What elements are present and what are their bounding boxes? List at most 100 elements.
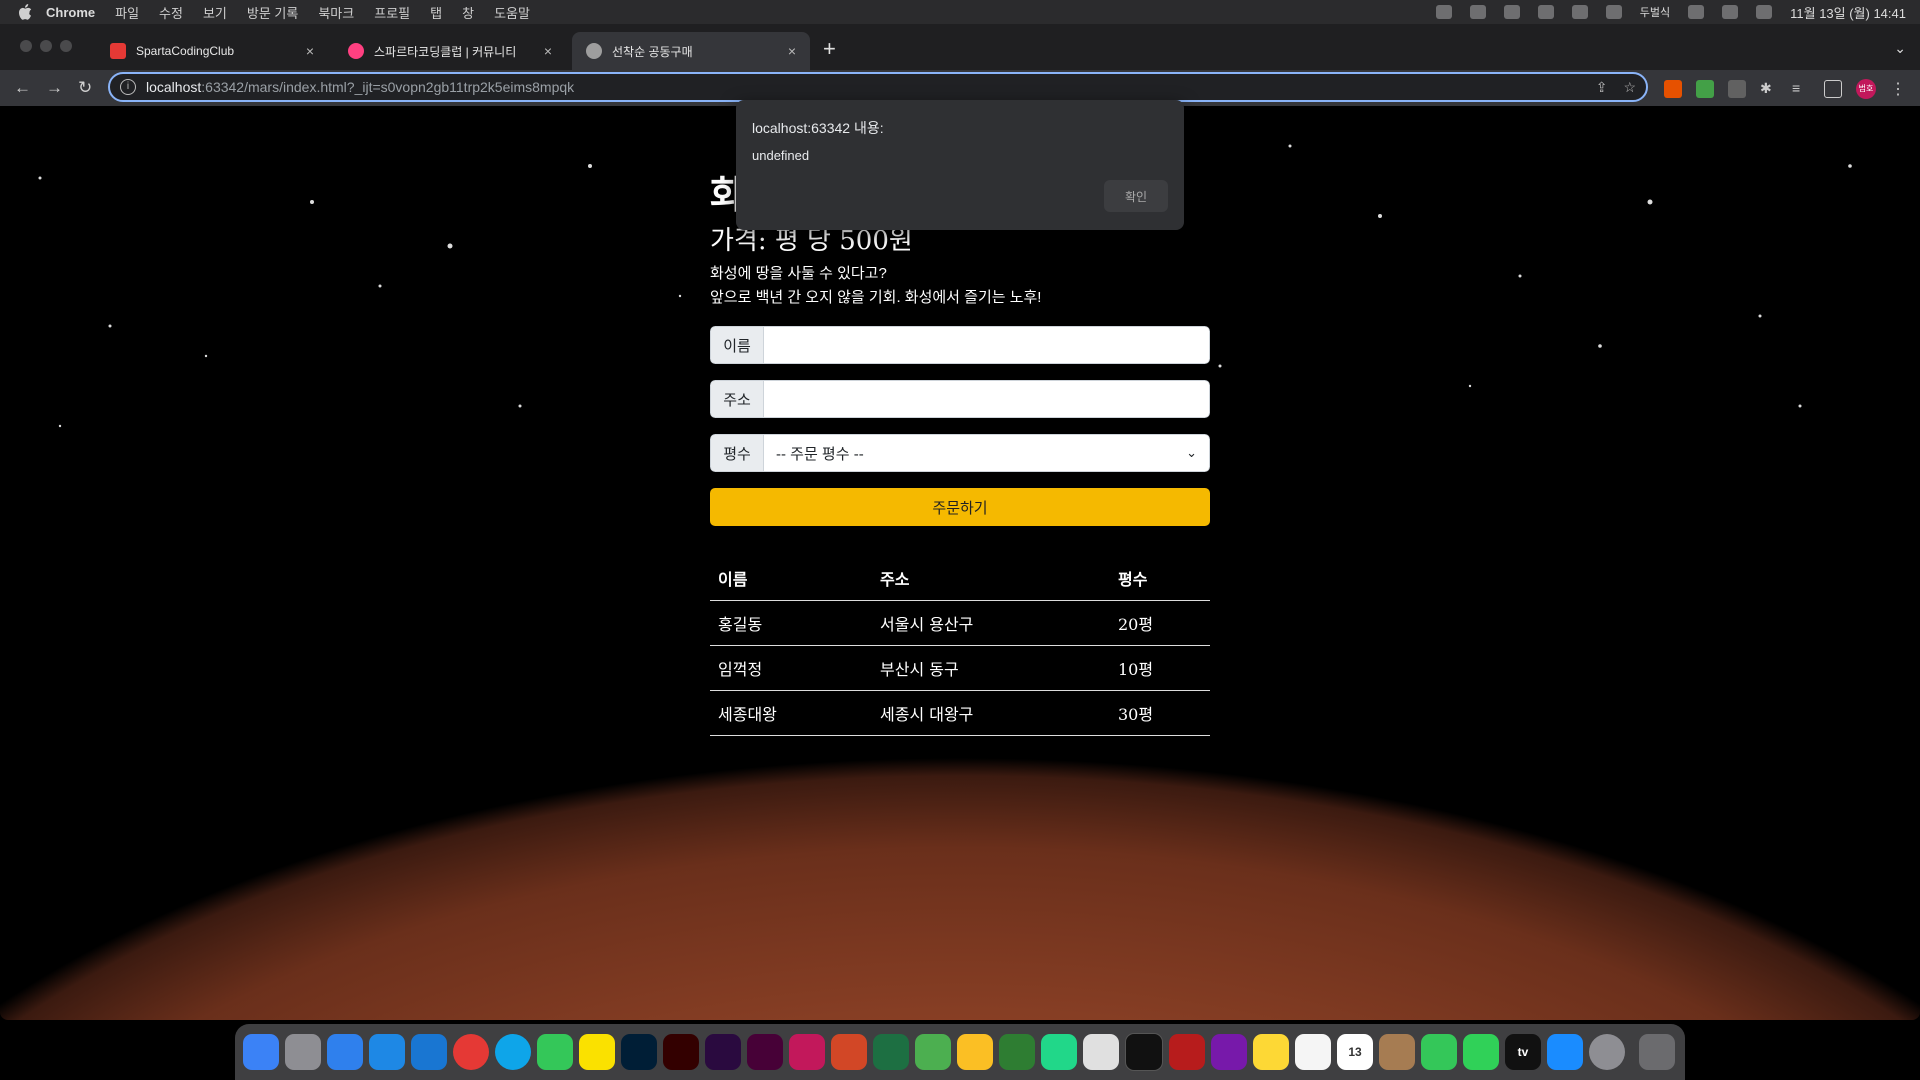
side-panel-icon[interactable] [1824,80,1842,98]
description: 화성에 땅을 사둘 수 있다고? 앞으로 백년 간 오지 않을 기회. 화성에서… [710,262,1041,310]
cell-address: 부산시 동구 [872,645,1110,691]
maps-icon[interactable] [915,1034,951,1070]
new-tab-icon[interactable]: + [823,38,836,60]
close-window-button[interactable] [20,40,32,52]
input-source-label[interactable]: 두벌식 [1640,4,1670,20]
tab-active-groupbuy[interactable]: 선착순 공동구매 × [572,32,810,70]
photoshop-icon[interactable] [621,1034,657,1070]
powerpoint-icon[interactable] [831,1034,867,1070]
address-bar[interactable]: i localhost:63342/mars/index.html?_ijt=s… [108,72,1648,102]
size-label: 평수 [710,434,764,472]
photos-icon[interactable] [957,1034,993,1070]
extension-green-icon[interactable] [1696,80,1714,98]
tab-sparta[interactable]: SpartaCodingClub × [96,32,328,70]
alert-dialog: localhost:63342 내용: undefined 확인 [736,100,1184,230]
siri-icon[interactable] [1756,5,1773,19]
trash-icon[interactable] [1639,1034,1675,1070]
url-host: localhost [146,79,202,95]
reload-icon[interactable]: ↻ [78,78,92,98]
creative-cloud-icon[interactable] [1503,5,1520,19]
illustrator-icon[interactable] [663,1034,699,1070]
more-menu-icon[interactable]: ⋮ [1890,79,1906,99]
launchpad-icon[interactable] [285,1034,321,1070]
tab-search-chevron-icon[interactable]: ⌄ [1894,40,1906,57]
onenote-icon[interactable] [1211,1034,1247,1070]
premiere-icon[interactable] [705,1034,741,1070]
menu-profiles[interactable]: 프로필 [374,3,410,22]
menu-tab[interactable]: 탭 [430,3,442,22]
url-text[interactable]: localhost:63342/mars/index.html?_ijt=s0v… [146,79,574,95]
terminal-icon[interactable] [1125,1033,1163,1071]
apple-icon[interactable] [18,4,34,20]
safari-icon[interactable] [411,1034,447,1070]
status-area: 두벌식 11월 13일 (월) 14:41 [1435,0,1906,24]
menu-bookmarks[interactable]: 북마크 [318,3,354,22]
onedrive-icon[interactable] [369,1034,405,1070]
reading-list-icon[interactable]: ≡ [1792,80,1810,98]
apple-tv-icon[interactable]: tv [1505,1034,1541,1070]
order-button[interactable]: 주문하기 [710,488,1210,526]
page-content: 화 가격: 평 당 500원 화성에 땅을 사둘 수 있다고? 앞으로 백년 간… [0,106,1920,1020]
name-input[interactable] [764,326,1210,364]
size-select[interactable]: -- 주문 평수 -- ⌄ [764,434,1210,472]
search-icon[interactable] [1688,5,1705,19]
cloud-icon[interactable] [1469,5,1486,19]
menu-app-name[interactable]: Chrome [46,5,95,20]
menu-window[interactable]: 창 [462,3,474,22]
minimize-window-button[interactable] [40,40,52,52]
name-input-group: 이름 [710,326,1210,364]
control-center-icon[interactable] [1722,5,1739,19]
leaf-app-icon[interactable] [999,1034,1035,1070]
menu-view[interactable]: 보기 [203,3,227,22]
pycharm-icon[interactable] [1041,1034,1077,1070]
zoom-window-button[interactable] [60,40,72,52]
chrome-icon[interactable] [453,1034,489,1070]
play-icon[interactable] [1537,5,1554,19]
sparta-favicon-icon [110,43,126,59]
kakaotalk-icon[interactable] [579,1034,615,1070]
cell-size: 30평 [1110,690,1210,736]
cell-size: 20평 [1110,600,1210,646]
back-icon[interactable]: ← [14,78,31,98]
site-info-icon[interactable]: i [120,79,136,95]
tab-close-icon[interactable]: × [784,43,800,59]
profile-avatar[interactable]: 범호 [1856,79,1876,99]
app-store-icon[interactable] [1547,1034,1583,1070]
menu-edit[interactable]: 수정 [159,3,183,22]
bookmark-star-icon[interactable]: ☆ [1623,79,1636,96]
find-my-icon[interactable] [1463,1034,1499,1070]
mail-icon[interactable] [327,1034,363,1070]
messages-icon[interactable] [537,1034,573,1070]
tab-close-icon[interactable]: × [540,43,556,59]
tab-close-icon[interactable]: × [302,43,318,59]
preview-icon[interactable] [1083,1034,1119,1070]
excel-icon[interactable] [873,1034,909,1070]
address-input[interactable] [764,380,1210,418]
puzzle-icon[interactable]: ✱ [1760,80,1778,98]
share-icon[interactable]: ⇪ [1596,79,1608,96]
reminders-icon[interactable] [1295,1034,1331,1070]
battery-icon[interactable] [1571,5,1588,19]
menu-history[interactable]: 방문 기록 [247,3,298,22]
creative-cloud-dock-icon[interactable] [789,1034,825,1070]
forward-icon[interactable]: → [46,78,63,98]
dialog-ok-button[interactable]: 확인 [1104,180,1168,212]
contacts-icon[interactable] [1379,1034,1415,1070]
chat-icon[interactable] [1435,5,1452,19]
system-settings-icon[interactable] [1589,1034,1625,1070]
menu-help[interactable]: 도움말 [494,3,530,22]
tab-bar: SpartaCodingClub × 스파르타코딩클럽 | 커뮤니티 × 선착순… [0,24,1920,70]
notes-icon[interactable] [1253,1034,1289,1070]
extension-gray-icon[interactable] [1728,80,1746,98]
tab-community[interactable]: 스파르타코딩클럽 | 커뮤니티 × [334,32,566,70]
dreamweaver-icon[interactable] [747,1034,783,1070]
extension-orange-icon[interactable] [1664,80,1682,98]
facetime-icon[interactable] [1421,1034,1457,1070]
edge-icon[interactable] [495,1034,531,1070]
calendar-icon[interactable]: 13 [1337,1034,1373,1070]
menu-file[interactable]: 파일 [115,3,139,22]
filezilla-icon[interactable] [1169,1034,1205,1070]
finder-icon[interactable] [243,1034,279,1070]
wifi-icon[interactable] [1605,5,1622,19]
clock[interactable]: 11월 13일 (월) 14:41 [1790,3,1906,22]
